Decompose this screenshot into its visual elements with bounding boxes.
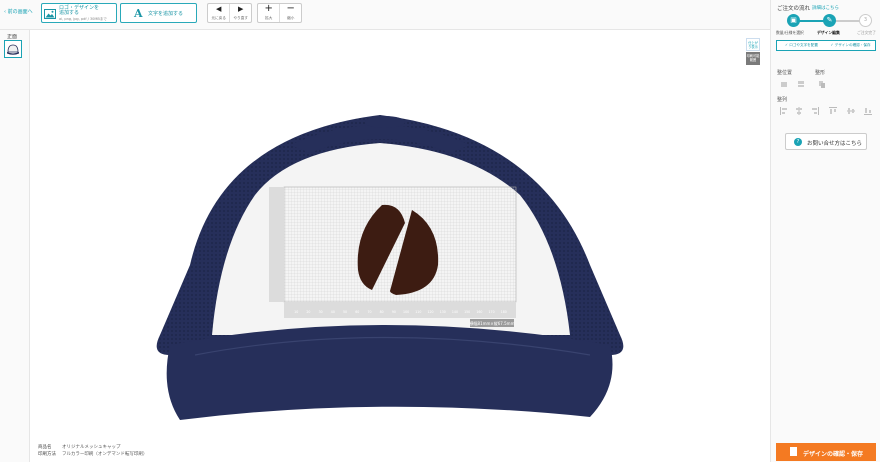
text-a-icon: A [134,7,143,20]
step-1-label: 数量/仕様を選択 [776,30,804,35]
ruler-tick-label: 170 [489,310,495,314]
order-flow-title: ご注文の流れ [777,6,811,12]
step-3-label: ご注文完了 [857,30,876,35]
chevron-left-icon: ‹ [4,9,6,15]
redo-label: やり直す [233,16,248,20]
ruler-tick-label: 110 [415,310,421,314]
align-left-icon[interactable] [780,107,788,115]
step-2-pencil-icon: ✎ [823,14,836,27]
group-label: 整形 [815,70,826,76]
zoom-in-label: 拡大 [265,16,273,20]
ruler-tick-label: 30 [319,310,323,314]
ruler-tick-label: 160 [476,310,482,314]
ruler-tick-label: 90 [392,310,396,314]
ruler-tick-label: 140 [452,310,458,314]
minus-icon: − [286,3,295,14]
align-center-icon[interactable] [795,107,803,115]
ruler-tick-label: 50 [343,310,347,314]
plus-icon: + [264,3,273,14]
undo-button[interactable]: ◀ 元に戻る [208,4,229,22]
arrange-label: 整位置 [777,70,793,76]
step-1-bag-icon: ▣ [787,14,800,27]
product-name-value: オリジナルメッシュキャップ [62,445,121,450]
document-icon [790,447,797,456]
sub-tabs: ✓ ロゴや文字を配置 ✓ デザインの確認・保存 [776,40,876,51]
ruler-tick-label: 120 [427,310,433,314]
align-top-icon[interactable] [829,107,837,115]
add-logo-button[interactable]: ロゴ・デザインを 追加する ai, png, jpg, pdf / 30MBまで [41,3,117,23]
zoom-in-button[interactable]: + 拡大 [258,4,279,22]
details-link[interactable]: 詳細はこちら [812,5,839,11]
ruler-vertical [269,187,284,302]
send-back-icon[interactable] [797,80,805,88]
left-sidebar: 正面 [0,30,30,462]
front-view-thumbnail[interactable] [4,40,22,58]
step-2-label: デザイン編集 [817,30,840,35]
confirm-save-button[interactable]: デザインの確認・保存 [776,443,876,461]
size-label: 横幅81mm×縦67.5mm [470,320,515,326]
ruler-tick-label: 60 [355,310,359,314]
zoom-out-label: 縮小 [287,16,295,20]
cap-brim [166,325,613,420]
ruler-tick-label: 80 [380,310,384,314]
cap-thumbnail-icon [7,44,19,55]
add-logo-formats: ai, png, jpg, pdf / 30MBまで [59,17,107,21]
view-toggles: 仕上がり表示 印刷可能範囲 [746,38,760,65]
undo-label: 元に戻る [211,16,226,20]
design-editor: ‹ 前の画面へ ロゴ・デザインを 追加する ai, png, jpg, pdf … [0,0,880,462]
help-button-label: お問い合せ方はこちら [807,141,863,147]
add-text-button[interactable]: A 文字を追加する [120,3,197,23]
sub-tab-confirm[interactable]: ✓ デザインの確認・保存 [826,41,875,50]
back-link[interactable]: ‹ 前の画面へ [4,8,33,15]
cap-preview: 10 20 30 40 50 60 70 80 90 100 110 120 130 140 150 160 1… [156,115,624,420]
order-flow-panel: ご注文の流れ 詳細はこちら ▣ ✎ 3 数量/仕様を選択 デザイン編集 ご注文完… [770,0,880,462]
ruler-tick-label: 70 [367,310,371,314]
back-label: 前の画面へ [7,9,33,15]
bring-front-icon[interactable] [780,80,788,88]
print-method-value: フルカラー印刷（オンデマンド転写印刷） [62,452,148,457]
align-label: 整列 [777,97,788,103]
finished-view-toggle[interactable]: 仕上がり表示 [746,38,760,51]
cap-top-button [365,116,405,128]
ruler-tick-label: 20 [306,310,310,314]
view-label-front: 正面 [7,34,18,40]
product-name-key: 商品名 [38,445,52,450]
print-method-key: 印刷方法 [38,452,56,457]
ruler-tick-label: 10 [294,310,298,314]
ruler-tick-label: 150 [464,310,470,314]
ruler-tick-label: 100 [403,310,409,314]
zoom-group: + 拡大 − 縮小 [257,3,302,23]
ruler-tick-label: 180 [501,310,507,314]
question-icon: ? [794,138,802,146]
copy-icon[interactable] [818,80,826,88]
confirm-save-label: デザインの確認・保存 [803,451,864,458]
align-middle-icon[interactable] [847,107,855,115]
align-right-icon[interactable] [811,107,819,115]
print-area-toggle[interactable]: 印刷可能範囲 [746,52,760,65]
add-text-label: 文字を追加する [148,11,184,17]
top-toolbar: ‹ 前の画面へ ロゴ・デザインを 追加する ai, png, jpg, pdf … [0,0,770,30]
redo-icon: ▶ [238,5,244,13]
sub-tab-place[interactable]: ✓ ロゴや文字を配置 [777,41,826,50]
undo-redo-group: ◀ 元に戻る ▶ やり直す [207,3,252,23]
product-info: 商品名 オリジナルメッシュキャップ 印刷方法 フルカラー印刷（オンデマンド転写印刷） [38,444,147,458]
add-logo-line2: 追加する [59,10,80,16]
step-3-badge: 3 [859,14,872,27]
ruler-tick-label: 40 [331,310,335,314]
undo-icon: ◀ [216,5,222,13]
zoom-out-button[interactable]: − 縮小 [279,4,301,22]
help-button[interactable]: ? お問い合せ方はこちら [785,133,867,150]
align-bottom-icon[interactable] [864,107,872,115]
image-icon [44,9,56,19]
ruler-tick-label: 130 [440,310,446,314]
redo-button[interactable]: ▶ やり直す [229,4,251,22]
